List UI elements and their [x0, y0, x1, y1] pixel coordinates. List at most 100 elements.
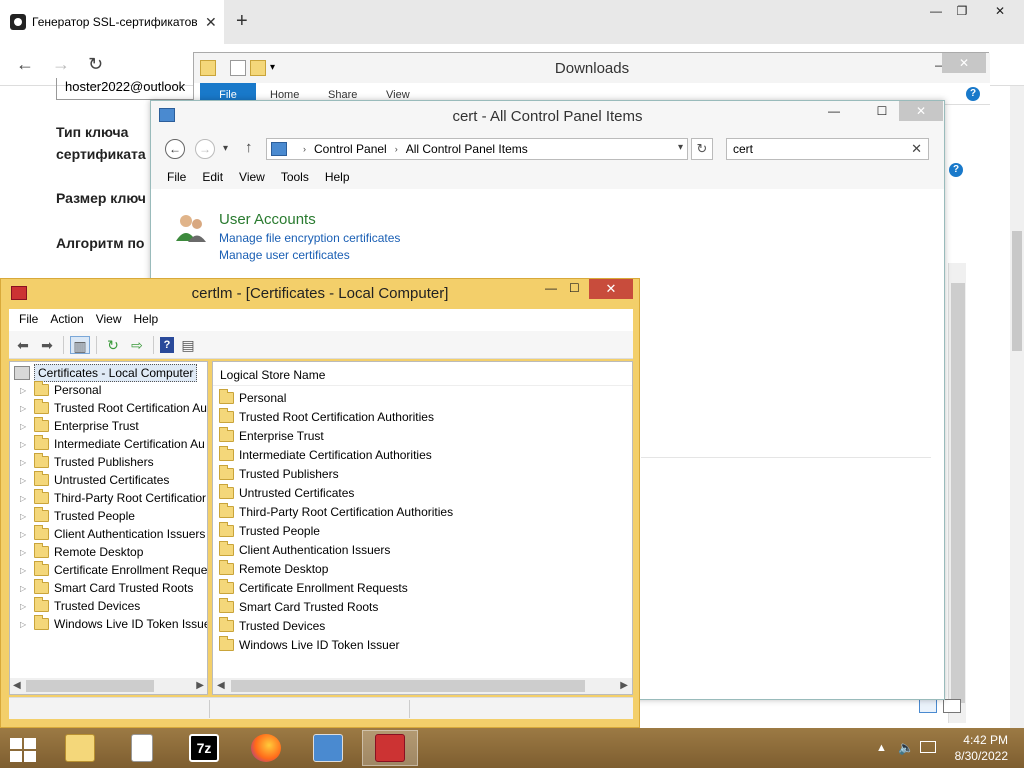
downloads-scroll-thumb[interactable] [951, 283, 965, 703]
breadcrumb-all-items[interactable]: All Control Panel Items [406, 142, 528, 156]
cp-menu-help[interactable]: Help [317, 167, 358, 189]
expand-arrow-icon[interactable]: ▷ [20, 602, 34, 611]
manage-user-certificates-link[interactable]: Manage user certificates [219, 248, 350, 262]
expand-arrow-icon[interactable]: ▷ [20, 404, 34, 413]
cp-menu-edit[interactable]: Edit [194, 167, 231, 189]
help-icon[interactable]: ? [160, 336, 174, 353]
list-item[interactable]: Third-Party Root Certification Authoriti… [219, 503, 453, 521]
expand-arrow-icon[interactable]: ▷ [20, 512, 34, 521]
tree-item[interactable]: ▷ Trusted Publishers [20, 453, 154, 471]
certlm-minimize-button[interactable]: — [545, 281, 557, 295]
email-field[interactable]: hoster2022@outlook [56, 78, 206, 100]
tree-hscrollbar[interactable]: ◀ ▶ [10, 678, 207, 694]
list-item[interactable]: Trusted Root Certification Authorities [219, 408, 434, 426]
mmc-menu-file[interactable]: File [13, 309, 44, 331]
network-icon[interactable] [920, 741, 936, 753]
browser-close-button[interactable]: ✕ [980, 0, 1020, 24]
list-item[interactable]: Smart Card Trusted Roots [219, 598, 378, 616]
user-accounts-heading[interactable]: User Accounts [219, 211, 316, 228]
cp-minimize-button[interactable]: — [819, 101, 849, 121]
list-item[interactable]: Windows Live ID Token Issuer [219, 636, 400, 654]
list-item[interactable]: Certificate Enrollment Requests [219, 579, 408, 597]
scroll-right-icon[interactable]: ▶ [620, 678, 628, 694]
taskbar-7zip[interactable]: 7z [176, 730, 232, 766]
list-item[interactable]: Enterprise Trust [219, 427, 324, 445]
expand-arrow-icon[interactable]: ▷ [20, 584, 34, 593]
large-icons-view-icon[interactable] [943, 699, 961, 713]
mmc-menu-view[interactable]: View [90, 309, 128, 331]
mmc-menu-help[interactable]: Help [128, 309, 165, 331]
forward-arrow-icon[interactable]: ➡ [37, 336, 57, 354]
downloads-close-button[interactable]: ✕ [942, 53, 986, 73]
tree-item[interactable]: ▷ Trusted People [20, 507, 135, 525]
list-item[interactable]: Trusted Devices [219, 617, 325, 635]
cp-menu-file[interactable]: File [159, 167, 194, 189]
mmc-menu-action[interactable]: Action [44, 309, 89, 331]
taskbar-control-panel[interactable] [300, 730, 356, 766]
taskbar-notepad[interactable] [114, 730, 170, 766]
certlm-close-button[interactable]: ✕ [589, 279, 633, 299]
list-hscroll-thumb[interactable] [231, 680, 585, 692]
export-list-icon[interactable]: ⇨ [127, 336, 147, 354]
list-item[interactable]: Remote Desktop [219, 560, 328, 578]
details-view-icon[interactable] [919, 699, 937, 713]
manage-file-encryption-link[interactable]: Manage file encryption certificates [219, 231, 400, 245]
cp-up-button[interactable]: ↑ [245, 139, 253, 156]
list-item[interactable]: Trusted People [219, 522, 320, 540]
tree-item[interactable]: ▷ Client Authentication Issuers [20, 525, 205, 543]
expand-arrow-icon[interactable]: ▷ [20, 530, 34, 539]
scroll-right-icon[interactable]: ▶ [196, 678, 204, 694]
address-dropdown-icon[interactable]: ▾ [678, 142, 683, 153]
expand-arrow-icon[interactable]: ▷ [20, 422, 34, 431]
expand-arrow-icon[interactable]: ▷ [20, 566, 34, 575]
expand-arrow-icon[interactable]: ▷ [20, 386, 34, 395]
show-hide-console-tree-icon[interactable]: ▥ [70, 335, 90, 354]
certlm-maximize-button[interactable]: ☐ [569, 281, 580, 295]
cp-maximize-button[interactable]: ☐ [867, 101, 897, 121]
tree-item[interactable]: ▷ Untrusted Certificates [20, 471, 169, 489]
tree-item[interactable]: ▷ Smart Card Trusted Roots [20, 579, 193, 597]
browser-scroll-thumb[interactable] [1012, 231, 1022, 351]
tree-item[interactable]: ▷ Enterprise Trust [20, 417, 139, 435]
cp-history-dropdown-icon[interactable]: ▾ [223, 143, 228, 154]
list-hscrollbar[interactable]: ◀ ▶ [213, 678, 632, 694]
expand-arrow-icon[interactable]: ▷ [20, 548, 34, 557]
browser-forward-button[interactable]: → [52, 54, 70, 75]
expand-arrow-icon[interactable]: ▷ [20, 440, 34, 449]
expand-arrow-icon[interactable]: ▷ [20, 494, 34, 503]
tree-item[interactable]: ▷ Third-Party Root Certificatior [20, 489, 206, 507]
tree-item[interactable]: ▷ Remote Desktop [20, 543, 143, 561]
browser-reload-button[interactable]: ↻ [88, 54, 103, 75]
list-item[interactable]: Untrusted Certificates [219, 484, 354, 502]
back-arrow-icon[interactable]: ⬅ [13, 336, 33, 354]
volume-muted-icon[interactable]: 🔈 [898, 740, 914, 756]
list-item[interactable]: Trusted Publishers [219, 465, 339, 483]
cp-forward-button[interactable]: → [195, 139, 215, 159]
browser-restore-button[interactable]: ❐ [942, 0, 982, 24]
taskbar-file-explorer[interactable] [52, 730, 108, 766]
cp-menu-tools[interactable]: Tools [273, 167, 317, 189]
cp-back-button[interactable]: ← [165, 139, 185, 159]
tree-root-certificates[interactable]: Certificates - Local Computer [14, 364, 198, 382]
browser-scrollbar[interactable] [1010, 86, 1024, 728]
tree-hscroll-thumb[interactable] [26, 680, 154, 692]
browser-tab[interactable]: Генератор SSL-сертификатов | ✕ [0, 0, 224, 44]
expand-arrow-icon[interactable]: ▷ [20, 476, 34, 485]
expand-arrow-icon[interactable]: ▷ [20, 620, 34, 629]
taskbar-clock[interactable]: 4:42 PM 8/30/2022 [955, 732, 1008, 764]
downloads-scrollbar[interactable] [948, 263, 966, 723]
scroll-left-icon[interactable]: ◀ [217, 678, 225, 694]
taskbar-firefox[interactable] [238, 730, 294, 766]
tree-item[interactable]: ▷ Trusted Root Certification Au [20, 399, 207, 417]
breadcrumb-control-panel[interactable]: Control Panel [314, 142, 387, 156]
cp-help-icon[interactable]: ? [949, 163, 963, 177]
start-button[interactable] [8, 736, 40, 762]
tree-item[interactable]: ▷ Windows Live ID Token Issue [20, 615, 207, 633]
list-item[interactable]: Personal [219, 389, 286, 407]
cp-menu-view[interactable]: View [231, 167, 273, 189]
browser-back-button[interactable]: ← [16, 54, 34, 75]
show-action-pane-icon[interactable]: ▤ [178, 336, 198, 354]
new-tab-button[interactable]: + [236, 10, 248, 33]
tree-item[interactable]: ▷ Intermediate Certification Au [20, 435, 205, 453]
expand-arrow-icon[interactable]: ▷ [20, 458, 34, 467]
